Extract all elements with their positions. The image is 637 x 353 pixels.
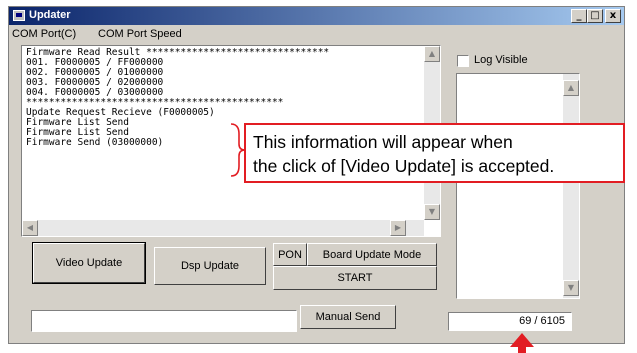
close-button[interactable]: x [605, 9, 621, 23]
board-update-mode-button[interactable]: Board Update Mode [307, 243, 437, 266]
video-update-button[interactable]: Video Update [32, 242, 146, 284]
manual-send-button[interactable]: Manual Send [300, 305, 396, 329]
pon-button[interactable]: PON [273, 243, 307, 266]
side-log-scrollbar[interactable]: ▲ ▼ [563, 74, 579, 298]
side-scroll-up-icon[interactable]: ▲ [563, 80, 579, 96]
progress-counter: 69 / 6105 [448, 312, 572, 331]
progress-counter-text: 69 / 6105 [519, 315, 565, 327]
scroll-left-icon[interactable]: ◀ [22, 220, 38, 236]
log-horizontal-scrollbar[interactable]: ◀ ▶ [22, 220, 424, 236]
dsp-update-button[interactable]: Dsp Update [154, 247, 266, 285]
callout-line-2: the click of [Video Update] is accepted. [253, 156, 555, 176]
arrow-up-icon [510, 333, 534, 353]
log-visible-label: Log Visible [474, 54, 528, 66]
menu-com-port-speed[interactable]: COM Port Speed [98, 28, 182, 40]
callout-line-1: This information will appear when [253, 132, 513, 152]
side-log-panel[interactable]: ▲ ▼ [456, 73, 580, 299]
window-title: Updater [29, 9, 71, 21]
menu-bar: COM Port(C) COM Port Speed [9, 25, 624, 43]
scroll-up-icon[interactable]: ▲ [424, 46, 440, 62]
app-icon [13, 10, 25, 21]
scroll-right-icon[interactable]: ▶ [390, 220, 406, 236]
manual-send-input[interactable] [31, 310, 297, 332]
side-scroll-down-icon[interactable]: ▼ [563, 280, 579, 296]
annotation-callout: This information will appear when the cl… [244, 123, 625, 183]
title-bar[interactable]: Updater _ □ x [9, 7, 624, 25]
log-visible-checkbox[interactable] [457, 55, 469, 67]
start-button[interactable]: START [273, 266, 437, 290]
minimize-button[interactable]: _ [571, 9, 587, 23]
scroll-down-icon[interactable]: ▼ [424, 204, 440, 220]
menu-com-port[interactable]: COM Port(C) [12, 28, 76, 40]
maximize-button[interactable]: □ [587, 9, 603, 23]
